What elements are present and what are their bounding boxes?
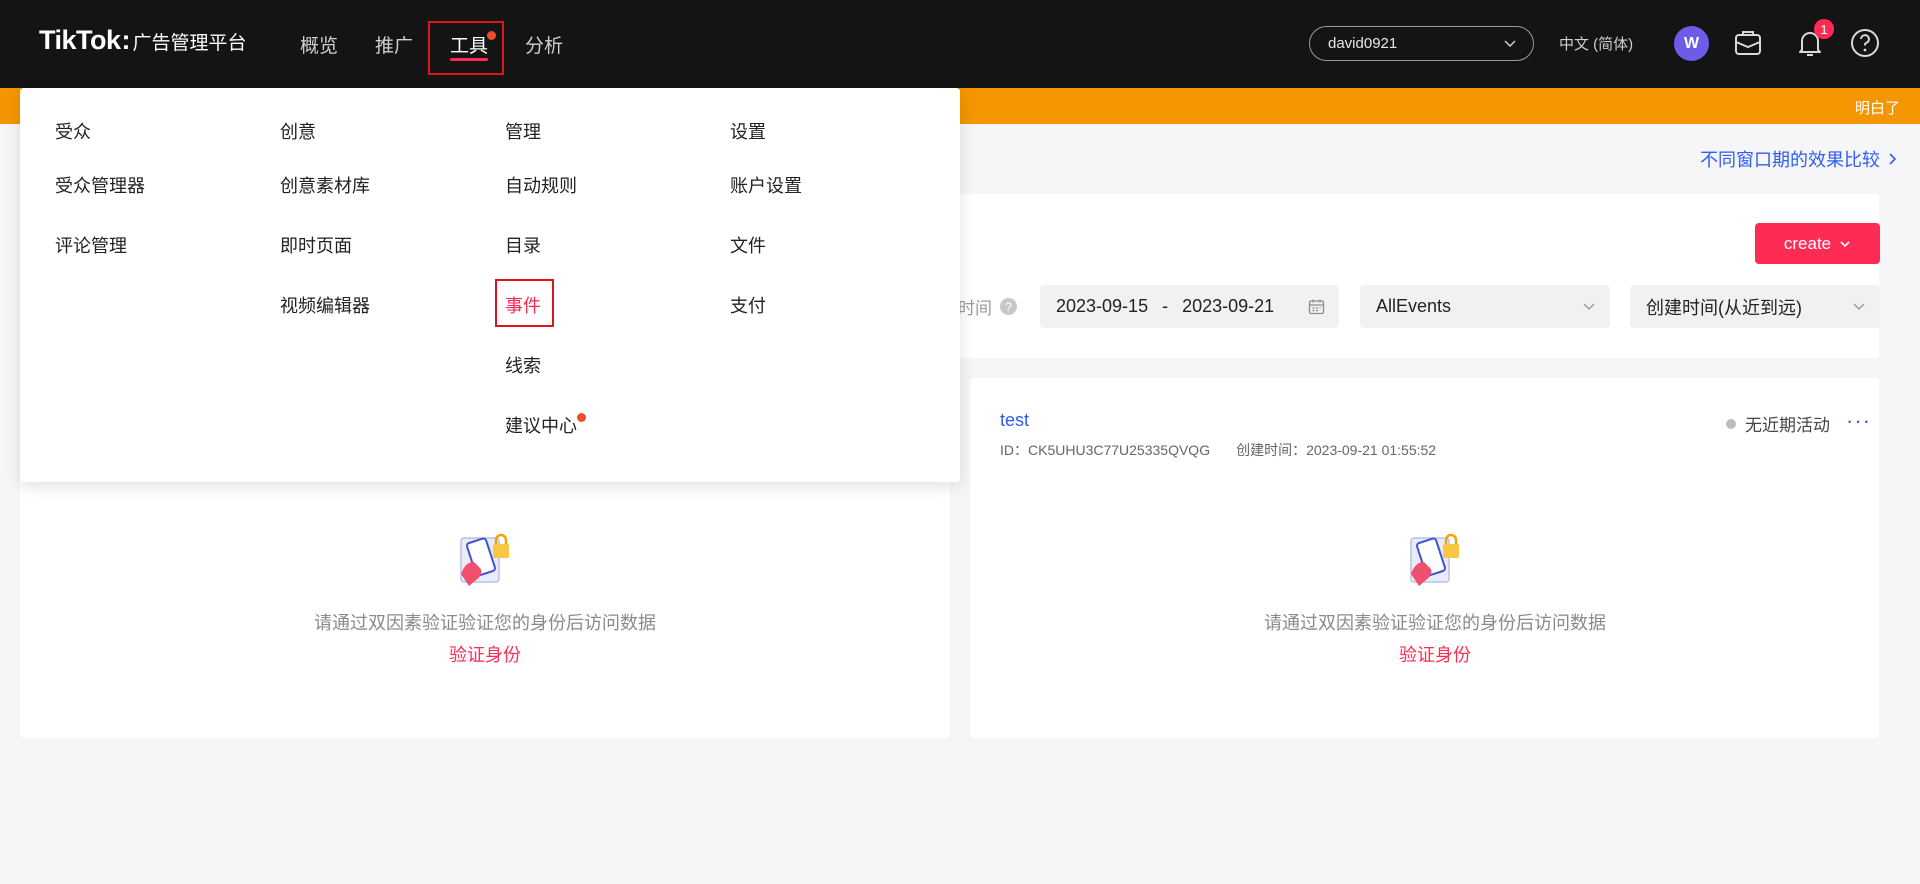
date-range-picker[interactable]: 2023-09-15 - 2023-09-21 <box>1040 285 1339 328</box>
event-id: ID：CK5UHU3C77U25335QVQG <box>1000 442 1211 458</box>
menu-item-account-settings[interactable]: 账户设置 <box>730 172 802 198</box>
sort-value: 创建时间(从近到远) <box>1646 297 1802 318</box>
menu-heading-creative: 创意 <box>280 122 316 142</box>
nav-tools[interactable]: 工具 <box>450 0 497 88</box>
verify-identity-illustration-icon <box>1410 533 1459 586</box>
tools-dropdown-menu: 受众 受众管理器 评论管理 创意 创意素材库 即时页面 视频编辑器 管理 自动规… <box>20 88 960 482</box>
compare-windows-label: 不同窗口期的效果比较 <box>1700 150 1880 170</box>
account-select-value: david0921 <box>1328 35 1398 52</box>
date-separator: - <box>1162 296 1169 316</box>
nav-active-underline <box>450 58 489 61</box>
create-button-label: create <box>1783 233 1832 253</box>
compare-windows-link[interactable]: 不同窗口期的效果比较 <box>1700 146 1898 172</box>
menu-item-events[interactable]: 事件 <box>505 292 541 318</box>
menu-item-payment[interactable]: 支付 <box>730 292 766 318</box>
event-type-select[interactable]: AllEvents <box>1360 285 1610 328</box>
event-status-label: 无近期活动 <box>1745 416 1830 435</box>
event-meta: ID：CK5UHU3C77U25335QVQG 创建时间：2023-09-21 … <box>1000 440 1436 460</box>
verify-identity-link-left[interactable]: 验证身份 <box>385 641 585 667</box>
more-options-button[interactable]: ··· <box>1846 410 1871 432</box>
chevron-down-icon <box>1583 303 1595 310</box>
account-select[interactable]: david0921 <box>1309 26 1534 61</box>
briefcase-icon[interactable] <box>1731 26 1765 60</box>
verify-message: 请通过双因素验证验证您的身份后访问数据 <box>1264 613 1606 633</box>
question-mark-icon[interactable]: ? <box>1000 298 1017 315</box>
create-button[interactable]: create <box>1755 223 1880 264</box>
chevron-down-icon <box>1504 40 1516 48</box>
menu-item-video-editor[interactable]: 视频编辑器 <box>280 292 370 318</box>
menu-heading-settings: 设置 <box>730 122 766 142</box>
avatar[interactable]: W <box>1674 26 1709 61</box>
menu-item-files[interactable]: 文件 <box>730 232 766 258</box>
status-dot <box>1726 418 1736 429</box>
chevron-right-icon <box>1889 153 1897 165</box>
top-navigation-bar: TikTok: 广告管理平台 概览 推广 工具 分析 david0921 中文 (… <box>0 0 1920 88</box>
time-filter-label: 时间 ? <box>958 294 1017 319</box>
chevron-down-icon <box>1840 240 1850 247</box>
sort-select[interactable]: 创建时间(从近到远) <box>1630 285 1880 328</box>
menu-item-audience-manager[interactable]: 受众管理器 <box>55 172 145 198</box>
nav-overview[interactable]: 概览 <box>300 0 338 88</box>
menu-item-creative-library[interactable]: 创意素材库 <box>280 172 370 198</box>
event-status: 无近期活动 <box>1726 411 1830 436</box>
event-name[interactable]: test <box>1000 410 1029 431</box>
menu-item-notification-dot <box>577 413 586 422</box>
menu-item-comment-management[interactable]: 评论管理 <box>55 232 127 258</box>
date-start: 2023-09-15 <box>1056 296 1149 316</box>
help-icon[interactable] <box>1848 26 1882 60</box>
nav-tools-notification-dot <box>487 31 497 40</box>
event-type-value: AllEvents <box>1376 296 1452 316</box>
verify-message-left: 请通过双因素验证验证您的身份后访问数据 <box>314 613 656 633</box>
menu-heading-management: 管理 <box>505 122 541 142</box>
menu-item-catalog[interactable]: 目录 <box>505 232 541 258</box>
nav-tools-label: 工具 <box>450 35 489 57</box>
banner-dismiss-button[interactable]: 明白了 <box>1855 97 1900 118</box>
menu-item-instant-page[interactable]: 即时页面 <box>280 232 352 258</box>
language-switch[interactable]: 中文 (简体) <box>1559 33 1633 54</box>
nav-analytics[interactable]: 分析 <box>525 0 563 88</box>
brand-name: TikTok <box>39 25 121 55</box>
menu-heading-audience: 受众 <box>55 122 91 142</box>
verify-identity-link[interactable]: 验证身份 <box>1335 641 1535 667</box>
menu-item-automated-rules[interactable]: 自动规则 <box>505 172 577 198</box>
nav-campaign[interactable]: 推广 <box>375 0 413 88</box>
menu-item-leads[interactable]: 线索 <box>505 352 541 378</box>
notification-badge: 1 <box>1814 19 1834 39</box>
tiktok-ads-logo[interactable]: TikTok: 广告管理平台 <box>39 25 247 61</box>
event-created-time: 创建时间：2023-09-21 01:55:52 <box>1236 442 1437 458</box>
calendar-icon <box>1308 299 1325 315</box>
date-end: 2023-09-21 <box>1182 296 1275 316</box>
chevron-down-icon <box>1853 303 1865 310</box>
verify-identity-illustration-icon <box>460 533 509 586</box>
menu-item-recommendation-center[interactable]: 建议中心 <box>505 412 577 438</box>
product-name: 广告管理平台 <box>132 33 247 54</box>
